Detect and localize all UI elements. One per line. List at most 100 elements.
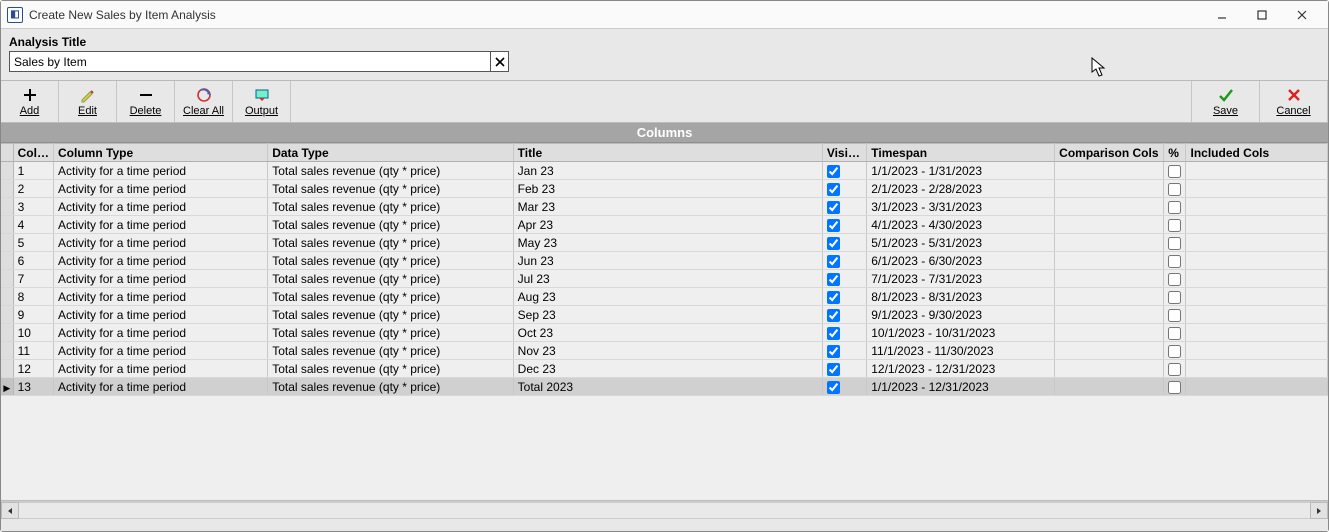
cell-pct[interactable] xyxy=(1164,252,1186,270)
visible-checkbox[interactable] xyxy=(827,363,840,376)
cell-visible[interactable] xyxy=(822,342,866,360)
maximize-button[interactable] xyxy=(1242,3,1282,27)
cell-visible[interactable] xyxy=(822,162,866,180)
cell-pct[interactable] xyxy=(1164,198,1186,216)
table-row[interactable]: 12Activity for a time periodTotal sales … xyxy=(1,360,1328,378)
pct-checkbox[interactable] xyxy=(1168,309,1181,322)
cell-pct[interactable] xyxy=(1164,378,1186,396)
cell-comparison[interactable] xyxy=(1055,324,1164,342)
cell-included[interactable] xyxy=(1186,180,1328,198)
cell-included[interactable] xyxy=(1186,216,1328,234)
cell-included[interactable] xyxy=(1186,378,1328,396)
cell-column-type[interactable]: Activity for a time period xyxy=(54,306,268,324)
cell-title[interactable]: Feb 23 xyxy=(513,180,822,198)
visible-checkbox[interactable] xyxy=(827,381,840,394)
cell-column-type[interactable]: Activity for a time period xyxy=(54,162,268,180)
table-row[interactable]: 6Activity for a time periodTotal sales r… xyxy=(1,252,1328,270)
cell-pct[interactable] xyxy=(1164,162,1186,180)
cell-title[interactable]: May 23 xyxy=(513,234,822,252)
cell-data-type[interactable]: Total sales revenue (qty * price) xyxy=(268,216,513,234)
scroll-right-button[interactable] xyxy=(1310,502,1328,519)
cell-timespan[interactable]: 10/1/2023 - 10/31/2023 xyxy=(867,324,1055,342)
cell-included[interactable] xyxy=(1186,342,1328,360)
row-indicator[interactable] xyxy=(1,252,13,270)
cell-data-type[interactable]: Total sales revenue (qty * price) xyxy=(268,252,513,270)
cell-pct[interactable] xyxy=(1164,216,1186,234)
table-row[interactable]: 3Activity for a time periodTotal sales r… xyxy=(1,198,1328,216)
add-button[interactable]: Add xyxy=(1,81,59,122)
pct-checkbox[interactable] xyxy=(1168,237,1181,250)
cell-column-type[interactable]: Activity for a time period xyxy=(54,342,268,360)
cell-comparison[interactable] xyxy=(1055,270,1164,288)
cell-col-id[interactable]: 10 xyxy=(13,324,53,342)
row-indicator[interactable]: ▶ xyxy=(1,378,13,396)
pct-checkbox[interactable] xyxy=(1168,183,1181,196)
cell-column-type[interactable]: Activity for a time period xyxy=(54,270,268,288)
output-button[interactable]: Output xyxy=(233,81,291,122)
cell-comparison[interactable] xyxy=(1055,378,1164,396)
cell-col-id[interactable]: 5 xyxy=(13,234,53,252)
cell-comparison[interactable] xyxy=(1055,288,1164,306)
cell-pct[interactable] xyxy=(1164,270,1186,288)
visible-checkbox[interactable] xyxy=(827,165,840,178)
cell-timespan[interactable]: 8/1/2023 - 8/31/2023 xyxy=(867,288,1055,306)
cell-timespan[interactable]: 12/1/2023 - 12/31/2023 xyxy=(867,360,1055,378)
analysis-title-combo[interactable] xyxy=(9,51,509,72)
cell-title[interactable]: Dec 23 xyxy=(513,360,822,378)
cell-title[interactable]: Total 2023 xyxy=(513,378,822,396)
edit-button[interactable]: Edit xyxy=(59,81,117,122)
pct-checkbox[interactable] xyxy=(1168,273,1181,286)
scroll-track[interactable] xyxy=(19,502,1310,519)
pct-checkbox[interactable] xyxy=(1168,363,1181,376)
table-row[interactable]: 9Activity for a time periodTotal sales r… xyxy=(1,306,1328,324)
cell-included[interactable] xyxy=(1186,288,1328,306)
visible-checkbox[interactable] xyxy=(827,255,840,268)
visible-checkbox[interactable] xyxy=(827,291,840,304)
cell-visible[interactable] xyxy=(822,324,866,342)
cell-visible[interactable] xyxy=(822,252,866,270)
pct-checkbox[interactable] xyxy=(1168,201,1181,214)
row-indicator[interactable] xyxy=(1,360,13,378)
pct-checkbox[interactable] xyxy=(1168,327,1181,340)
cell-col-id[interactable]: 3 xyxy=(13,198,53,216)
cell-data-type[interactable]: Total sales revenue (qty * price) xyxy=(268,342,513,360)
cell-column-type[interactable]: Activity for a time period xyxy=(54,180,268,198)
visible-checkbox[interactable] xyxy=(827,201,840,214)
cell-pct[interactable] xyxy=(1164,306,1186,324)
scroll-left-button[interactable] xyxy=(1,502,19,519)
cell-data-type[interactable]: Total sales revenue (qty * price) xyxy=(268,360,513,378)
cell-column-type[interactable]: Activity for a time period xyxy=(54,234,268,252)
table-row[interactable]: 7Activity for a time periodTotal sales r… xyxy=(1,270,1328,288)
cell-pct[interactable] xyxy=(1164,324,1186,342)
cell-included[interactable] xyxy=(1186,252,1328,270)
cell-title[interactable]: Apr 23 xyxy=(513,216,822,234)
cancel-button[interactable]: Cancel xyxy=(1260,81,1328,122)
header-title[interactable]: Title xyxy=(513,144,822,162)
cell-pct[interactable] xyxy=(1164,180,1186,198)
row-indicator[interactable] xyxy=(1,288,13,306)
delete-button[interactable]: Delete xyxy=(117,81,175,122)
cell-pct[interactable] xyxy=(1164,360,1186,378)
cell-column-type[interactable]: Activity for a time period xyxy=(54,252,268,270)
cell-col-id[interactable]: 9 xyxy=(13,306,53,324)
cell-data-type[interactable]: Total sales revenue (qty * price) xyxy=(268,270,513,288)
cell-comparison[interactable] xyxy=(1055,360,1164,378)
cell-column-type[interactable]: Activity for a time period xyxy=(54,360,268,378)
cell-comparison[interactable] xyxy=(1055,180,1164,198)
row-indicator[interactable] xyxy=(1,342,13,360)
cell-col-id[interactable]: 11 xyxy=(13,342,53,360)
cell-comparison[interactable] xyxy=(1055,306,1164,324)
grid[interactable]: Col ID Column Type Data Type Title Visib… xyxy=(1,143,1328,396)
cell-col-id[interactable]: 8 xyxy=(13,288,53,306)
cell-data-type[interactable]: Total sales revenue (qty * price) xyxy=(268,378,513,396)
cell-timespan[interactable]: 2/1/2023 - 2/28/2023 xyxy=(867,180,1055,198)
cell-column-type[interactable]: Activity for a time period xyxy=(54,288,268,306)
cell-data-type[interactable]: Total sales revenue (qty * price) xyxy=(268,324,513,342)
table-row[interactable]: 5Activity for a time periodTotal sales r… xyxy=(1,234,1328,252)
cell-timespan[interactable]: 5/1/2023 - 5/31/2023 xyxy=(867,234,1055,252)
cell-included[interactable] xyxy=(1186,270,1328,288)
header-pct[interactable]: % xyxy=(1164,144,1186,162)
row-indicator[interactable] xyxy=(1,270,13,288)
save-button[interactable]: Save xyxy=(1192,81,1260,122)
cell-title[interactable]: Oct 23 xyxy=(513,324,822,342)
